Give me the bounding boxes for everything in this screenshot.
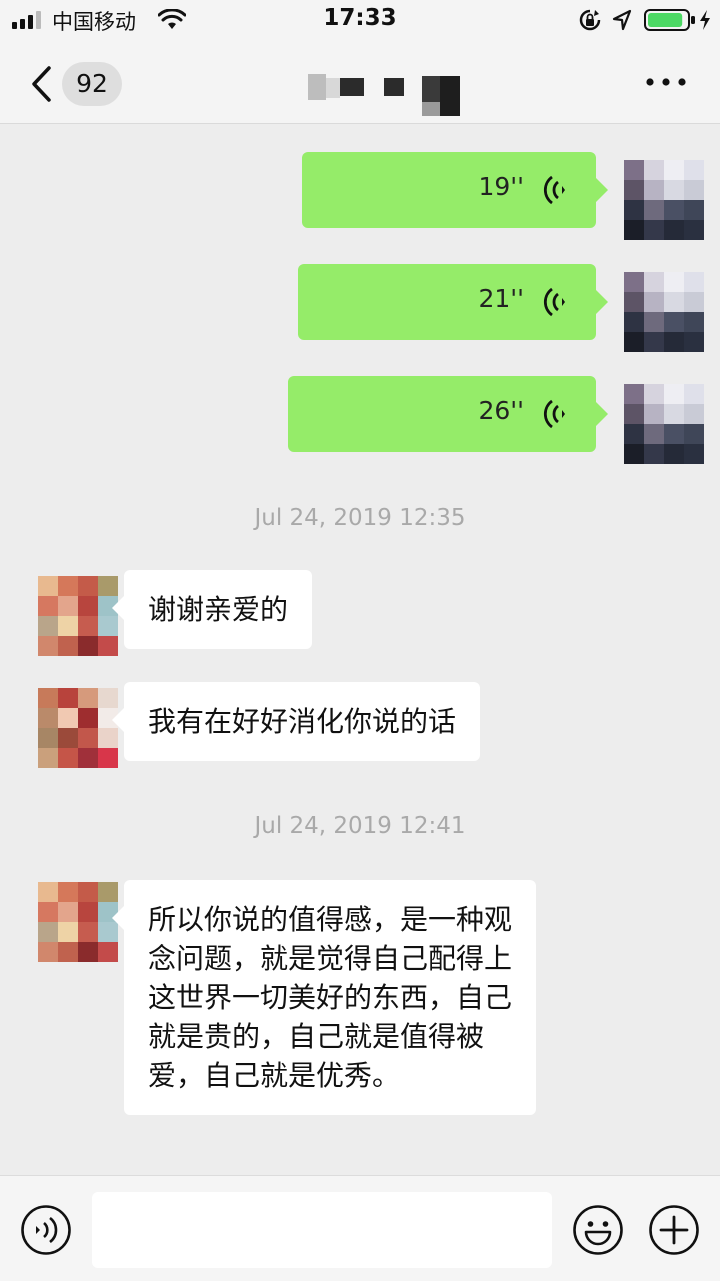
voice-input-icon[interactable] bbox=[20, 1204, 72, 1256]
chevron-left-icon bbox=[32, 66, 51, 102]
message-input[interactable] bbox=[92, 1192, 552, 1268]
my-avatar[interactable] bbox=[624, 272, 704, 352]
message-timestamp: Jul 24, 2019 12:41 bbox=[254, 813, 466, 839]
my-avatar[interactable] bbox=[624, 384, 704, 464]
voice-wave-icon bbox=[543, 399, 565, 429]
message-text-line: 念问题，就是觉得自己配得上 bbox=[148, 942, 513, 975]
voice-message-bubble[interactable]: 21'' bbox=[298, 264, 608, 340]
contact-avatar[interactable] bbox=[38, 576, 118, 656]
message-text-line: 爱，自己就是优秀。 bbox=[148, 1059, 401, 1092]
voice-message-bubble[interactable]: 19'' bbox=[302, 152, 608, 228]
chat-input-bar bbox=[0, 1175, 720, 1281]
back-button[interactable]: 92 bbox=[28, 62, 128, 106]
voice-message-bubble[interactable]: 26'' bbox=[288, 376, 608, 452]
plus-icon[interactable] bbox=[648, 1204, 700, 1256]
voice-wave-icon bbox=[543, 287, 565, 317]
chat-header: 92 bbox=[0, 40, 720, 124]
message-text-line: 这世界一切美好的东西，自己 bbox=[148, 981, 513, 1014]
message-text-line: 所以你说的值得感，是一种观 bbox=[148, 903, 513, 936]
message-timestamp: Jul 24, 2019 12:35 bbox=[254, 505, 466, 531]
incoming-text-bubble[interactable]: 谢谢亲爱的 bbox=[111, 570, 313, 649]
my-avatar[interactable] bbox=[624, 160, 704, 240]
chat-title-pixelated bbox=[308, 74, 460, 116]
message-text: 我有在好好消化你说的话 bbox=[148, 705, 457, 738]
message-text-line: 就是贵的，自己就是值得被 bbox=[148, 1020, 485, 1053]
status-bar: 中国移动 17:33 bbox=[0, 0, 720, 40]
voice-wave-icon bbox=[543, 175, 565, 205]
contact-avatar[interactable] bbox=[38, 688, 118, 768]
emoji-icon[interactable] bbox=[572, 1204, 624, 1256]
location-arrow-icon bbox=[612, 9, 632, 31]
message-text: 谢谢亲爱的 bbox=[148, 593, 289, 626]
more-options-icon[interactable] bbox=[644, 70, 688, 94]
voice-duration: 26'' bbox=[478, 396, 524, 425]
battery-icon bbox=[644, 9, 695, 31]
charging-bolt-icon bbox=[700, 10, 710, 30]
rotation-lock-icon bbox=[579, 9, 601, 31]
incoming-text-bubble[interactable]: 我有在好好消化你说的话 bbox=[111, 682, 481, 761]
unread-count-badge: 92 bbox=[62, 62, 122, 106]
contact-avatar[interactable] bbox=[38, 882, 118, 962]
voice-duration: 21'' bbox=[478, 284, 524, 313]
voice-duration: 19'' bbox=[478, 172, 524, 201]
incoming-text-bubble[interactable]: 所以你说的值得感，是一种观 念问题，就是觉得自己配得上 这世界一切美好的东西，自… bbox=[111, 880, 537, 1115]
